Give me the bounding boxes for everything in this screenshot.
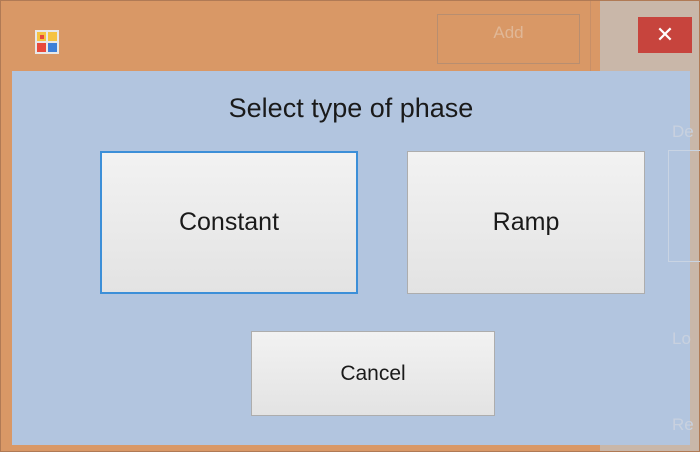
phase-type-dialog: ✕ De Lo Re Select type of phase Constant… (0, 0, 700, 452)
background-textbox (668, 150, 700, 262)
title-bar[interactable]: ✕ (1, 1, 700, 71)
close-icon: ✕ (655, 22, 675, 47)
ramp-button[interactable]: Ramp (407, 151, 645, 294)
cancel-button[interactable]: Cancel (251, 331, 495, 416)
background-label-1: De (672, 122, 694, 141)
app-icon (35, 30, 59, 54)
background-label-3: Re (672, 415, 694, 434)
close-button[interactable]: ✕ (638, 17, 692, 53)
prompt-text: Select type of phase (228, 93, 474, 123)
background-label-2: Lo (672, 329, 691, 348)
constant-button[interactable]: Constant (100, 151, 358, 294)
